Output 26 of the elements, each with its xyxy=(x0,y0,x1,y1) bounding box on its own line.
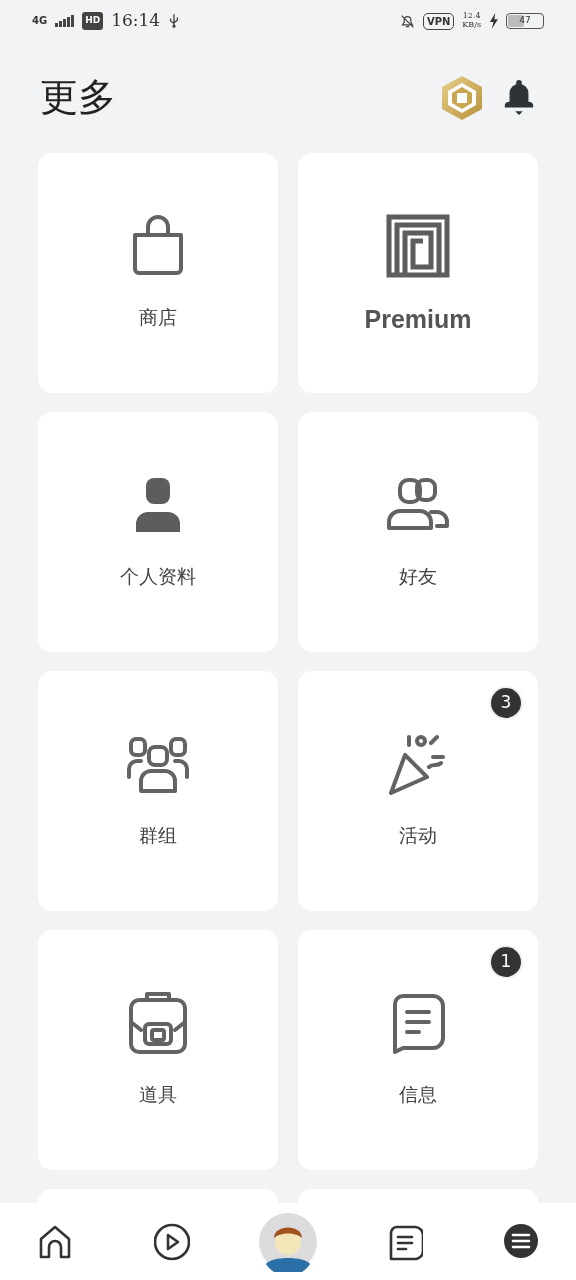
muted-bell-icon xyxy=(399,13,415,29)
menu-tile[interactable]: 好友 xyxy=(298,412,538,652)
network-text: 4G xyxy=(32,16,48,26)
menu-tile[interactable]: 信息 1 xyxy=(298,930,538,1170)
hd-badge: HD xyxy=(82,12,104,30)
page-title: 更多 xyxy=(40,74,116,121)
menu-tile[interactable]: 群组 xyxy=(38,671,278,911)
avatar-icon xyxy=(258,1211,318,1272)
network-speed-text: 12.4 KB/s xyxy=(462,12,481,30)
menu-tile[interactable]: 商店 xyxy=(38,153,278,393)
time-text: 16:14 xyxy=(111,9,161,33)
usb-icon xyxy=(168,13,181,29)
play-icon xyxy=(153,1222,190,1261)
notification-button[interactable] xyxy=(502,78,536,117)
count-badge: 3 xyxy=(489,686,523,720)
menu-tile[interactable]: 道具 xyxy=(38,930,278,1170)
menu-tile[interactable]: Premium xyxy=(298,153,538,393)
signal-icon xyxy=(55,15,75,27)
vpn-badge: VPN xyxy=(422,12,455,30)
menu-tile[interactable]: 活动 3 xyxy=(298,671,538,911)
count-badge: 1 xyxy=(489,945,523,979)
bell-icon xyxy=(502,78,536,117)
battery-icon: 47 xyxy=(506,13,544,29)
charging-icon xyxy=(489,13,498,29)
menu-tile[interactable]: 个人资料 xyxy=(38,412,278,652)
menu-icon xyxy=(503,1222,539,1261)
